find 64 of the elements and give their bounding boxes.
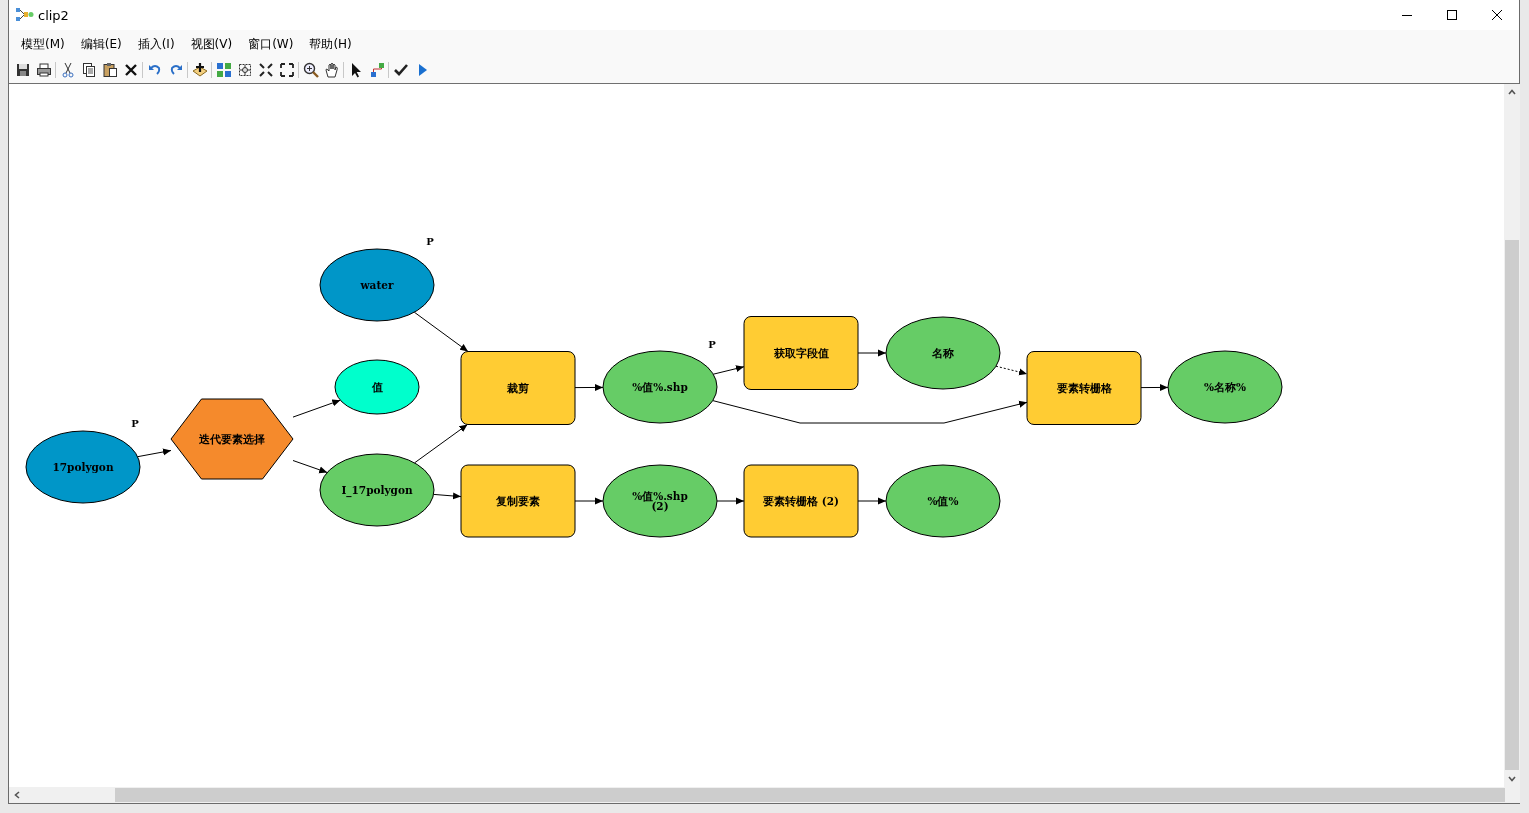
connector-arrow xyxy=(292,399,341,418)
connector-arrow xyxy=(857,349,887,357)
output-data-node[interactable]: 名称 xyxy=(885,316,1001,390)
menu-item[interactable]: 编辑(E) xyxy=(78,34,129,53)
tool-node[interactable]: 复制要素 xyxy=(460,464,576,538)
connector-arrow xyxy=(137,448,172,458)
close-icon[interactable] xyxy=(1490,9,1503,21)
validate-check-icon[interactable] xyxy=(392,62,409,78)
vertical-scrollbar[interactable] xyxy=(1504,84,1520,787)
scroll-thumb[interactable] xyxy=(1505,240,1519,770)
menu-item[interactable]: 模型(M) xyxy=(19,34,72,53)
output-data-node[interactable]: %值% xyxy=(885,464,1001,538)
tool-node[interactable]: 要素转栅格 xyxy=(1026,351,1142,425)
paste-icon[interactable] xyxy=(101,62,118,78)
output-data-node[interactable]: I_17polygon xyxy=(319,453,435,527)
connector-arrow xyxy=(1140,383,1169,391)
output-data-node[interactable]: %值%.shp (2) xyxy=(602,464,718,538)
connector-arrow xyxy=(433,492,462,500)
tool-node[interactable]: 要素转栅格 (2) xyxy=(743,464,859,538)
menu-item[interactable]: 窗口(W) xyxy=(246,34,301,53)
value-node[interactable]: 值 xyxy=(334,359,420,415)
connector-arrow xyxy=(574,497,604,505)
connector-arrow xyxy=(413,311,469,352)
scroll-thumb[interactable] xyxy=(115,788,1505,802)
save-icon[interactable] xyxy=(14,62,31,78)
scroll-left-icon[interactable] xyxy=(14,791,20,799)
full-extent-icon[interactable] xyxy=(236,62,253,78)
parameter-mark: P xyxy=(131,418,139,429)
print-icon[interactable] xyxy=(35,62,52,78)
connector-arrow xyxy=(857,497,887,505)
model-icon xyxy=(16,8,34,22)
tool-node[interactable]: 获取字段值 xyxy=(743,316,859,390)
add-data-icon[interactable] xyxy=(191,62,208,78)
connector-arrow xyxy=(574,383,604,391)
scroll-down-icon[interactable] xyxy=(1508,776,1516,782)
output-data-node[interactable]: %名称% xyxy=(1167,350,1283,424)
iterator-node[interactable]: 迭代要素选择 xyxy=(170,398,294,480)
maximize-icon[interactable] xyxy=(1445,9,1458,21)
scroll-up-icon[interactable] xyxy=(1508,89,1516,95)
zoom-in-arrows-icon[interactable] xyxy=(257,62,274,78)
zoom-out-arrows-icon[interactable] xyxy=(278,62,295,78)
window-title: clip2 xyxy=(38,7,69,23)
menu-item[interactable]: 视图(V) xyxy=(188,34,240,53)
cut-icon[interactable] xyxy=(59,62,76,78)
horizontal-scrollbar[interactable] xyxy=(9,787,1520,803)
input-data-node[interactable]: water xyxy=(319,248,435,322)
pan-hand-icon[interactable] xyxy=(323,62,340,78)
tool-node[interactable]: 裁剪 xyxy=(460,351,576,425)
connector-arrow xyxy=(292,460,328,474)
zoom-icon[interactable] xyxy=(302,62,319,78)
menu-item[interactable]: 帮助(H) xyxy=(307,34,359,53)
connector-arrow xyxy=(716,497,745,505)
copy-icon[interactable] xyxy=(80,62,97,78)
parameter-mark: P xyxy=(708,339,716,350)
connector-arrow xyxy=(414,424,468,464)
input-data-node[interactable]: 17polygon xyxy=(25,430,141,504)
parameter-mark: P xyxy=(426,236,434,247)
connector-arrow xyxy=(712,365,745,375)
precondition-arrow xyxy=(995,365,1028,376)
output-data-node[interactable]: %值%.shp xyxy=(602,350,718,424)
connect-icon[interactable] xyxy=(368,62,385,78)
delete-icon[interactable] xyxy=(122,62,139,78)
grid-layout-icon[interactable] xyxy=(215,62,232,78)
menu-item[interactable]: 插入(I) xyxy=(135,34,182,53)
